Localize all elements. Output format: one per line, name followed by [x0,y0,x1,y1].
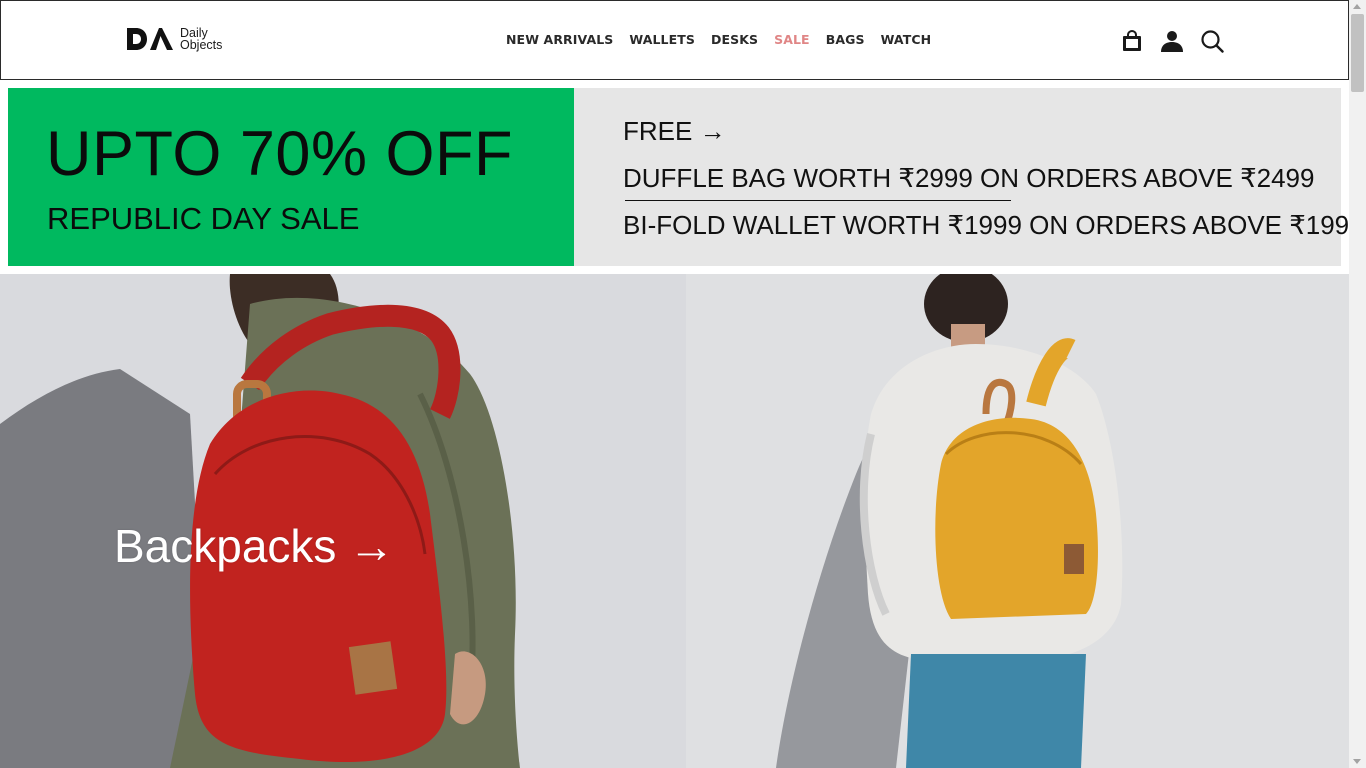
brand-logo[interactable]: Daily Objects [126,26,222,52]
scroll-thumb[interactable] [1351,14,1364,92]
logo-line-2: Objects [180,38,223,52]
sale-subheadline: REPUBLIC DAY SALE [47,201,360,236]
offer-duffle-bag[interactable]: DUFFLE BAG WORTH ₹2999 ON ORDERS ABOVE ₹… [623,163,1314,194]
offer-free-link[interactable]: FREE → [623,116,726,147]
yellow-backpack-image [686,274,1349,768]
offer-underline [625,200,1011,201]
daily-objects-logo-icon [127,28,173,50]
backpacks-link[interactable]: Backpacks → [114,519,394,573]
nav-new-arrivals[interactable]: NEW ARRIVALS [506,32,613,47]
site-header: Daily Objects NEW ARRIVALS WALLETS DESKS… [0,0,1349,80]
logo-wordmark: Daily Objects [180,27,223,52]
header-actions [1120,29,1224,53]
user-icon[interactable] [1160,29,1184,53]
sale-headline: UPTO 70% OFF [46,119,513,189]
arrow-right-icon: → [348,520,395,572]
scroll-down-arrow-icon[interactable] [1353,759,1361,764]
main-nav: NEW ARRIVALS WALLETS DESKS SALE BAGS WAT… [506,32,931,47]
backpack-hero-image-right[interactable] [686,274,1349,768]
nav-desks[interactable]: DESKS [711,32,758,47]
search-icon[interactable] [1200,29,1224,53]
bag-icon[interactable] [1120,29,1144,53]
nav-sale[interactable]: SALE [774,32,810,47]
backpack-hero-image-left[interactable]: Backpacks → [0,274,686,768]
page-scrollbar[interactable] [1349,0,1366,768]
offer-bifold-wallet[interactable]: BI-FOLD WALLET WORTH ₹1999 ON ORDERS ABO… [623,210,1364,241]
backpacks-label: Backpacks [114,520,337,572]
nav-bags[interactable]: BAGS [826,32,865,47]
sale-banner[interactable]: UPTO 70% OFF REPUBLIC DAY SALE [8,88,574,266]
nav-wallets[interactable]: WALLETS [629,32,695,47]
nav-watch[interactable]: WATCH [881,32,932,47]
scroll-up-arrow-icon[interactable] [1353,4,1361,9]
hero-section: Backpacks → [0,274,1349,768]
offers-banner: FREE → DUFFLE BAG WORTH ₹2999 ON ORDERS … [574,88,1364,266]
